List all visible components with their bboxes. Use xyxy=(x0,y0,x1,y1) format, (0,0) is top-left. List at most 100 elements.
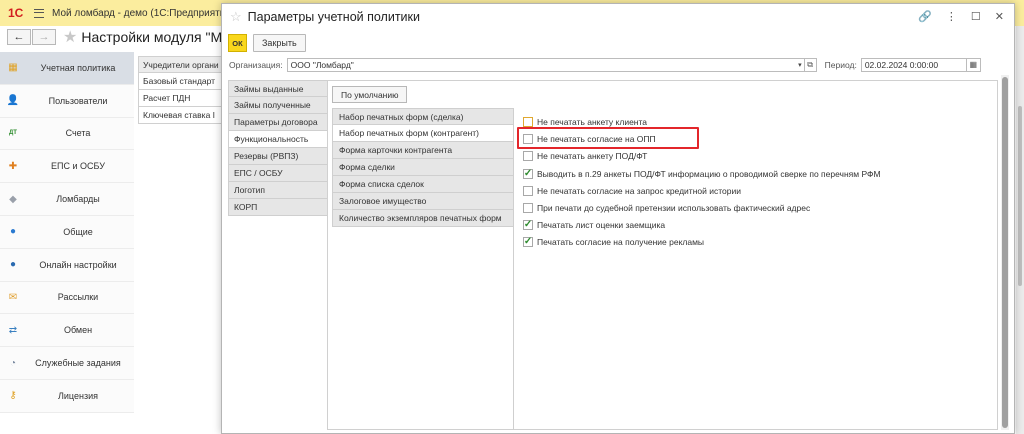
tab-sub[interactable]: Форма карточки контрагента xyxy=(332,142,514,159)
organization-row: Организация: ООО "Ломбард" ▾ ⧉ Период: 0… xyxy=(229,57,1003,72)
sidebar: ▦ Учетная политика 👤 Пользователи ДТ Счета ✚ ЕП… xyxy=(0,52,134,416)
sidebar-item[interactable]: ● Онлайн настройки xyxy=(0,248,134,282)
option-label[interactable]: Выводить в п.29 анкеты ПОД/ФТ информацию… xyxy=(537,169,881,179)
favorite-star-icon[interactable]: ☆ xyxy=(230,9,242,25)
sidebar-item[interactable]: ✉ Рассылки xyxy=(0,281,134,315)
settings-list-item[interactable]: Расчет ПДН xyxy=(138,90,222,107)
page-scrollbar-thumb[interactable] xyxy=(1018,106,1022,286)
option-checkbox[interactable] xyxy=(523,117,533,127)
tab-sub[interactable]: Залоговое имущество xyxy=(332,193,514,210)
option-row: ✓ Печатать согласие на получение рекламы xyxy=(523,236,704,248)
exchange-icon: ⇄ xyxy=(8,324,18,336)
eps-icon: ✚ xyxy=(8,160,18,172)
more-menu-icon[interactable]: ⋮ xyxy=(946,10,957,23)
tab-sub[interactable]: Форма списка сделок xyxy=(332,176,514,193)
period-label: Период: xyxy=(824,59,857,70)
sub-tabs: Набор печатных форм (сделка) Набор печатн… xyxy=(332,108,514,227)
sidebar-item[interactable]: ◆ Ломбарды xyxy=(0,183,134,216)
option-checkbox[interactable] xyxy=(523,151,533,161)
tab-main[interactable]: КОРП xyxy=(228,199,328,216)
tab-sub[interactable]: Количество экземпляров печатных форм xyxy=(332,210,514,227)
sidebar-item[interactable]: ▦ Учетная политика xyxy=(0,52,134,85)
default-button[interactable]: По умолчанию xyxy=(332,86,408,103)
period-value: 02.02.2024 0:00:00 xyxy=(864,59,939,70)
sidebar-item[interactable]: ◔ Служебные задания xyxy=(0,347,134,380)
sidebar-item-label: Лицензия xyxy=(58,390,98,401)
user-icon: 👤 xyxy=(6,95,20,107)
favorite-star-icon[interactable]: ★ xyxy=(63,27,77,47)
tab-main[interactable]: Займы выданные xyxy=(228,80,328,97)
app-title: Мой ломбард - демо (1С:Предприятие xyxy=(52,7,231,19)
close-icon[interactable]: ✕ xyxy=(995,10,1004,23)
option-label[interactable]: Не печатать анкету ПОД/ФТ xyxy=(537,151,647,161)
link-icon[interactable]: 🔗 xyxy=(918,10,932,23)
tab-sub[interactable]: Форма сделки xyxy=(332,159,514,176)
tab-sub[interactable]: Набор печатных форм (контрагент) xyxy=(332,125,514,142)
sidebar-item-label: Учетная политика xyxy=(40,62,116,73)
option-row: Не печатать анкету ПОД/ФТ xyxy=(523,150,647,162)
diamond-icon: ◆ xyxy=(9,193,17,205)
options-panel: Не печатать анкету клиента Не печатать со… xyxy=(513,108,997,430)
page-scrollbar[interactable] xyxy=(1016,26,1024,434)
option-checkbox[interactable]: ✓ xyxy=(523,220,533,230)
option-label[interactable]: Печатать согласие на получение рекламы xyxy=(537,237,704,247)
tab-main[interactable]: Займы полученные xyxy=(228,97,328,114)
navigation-bar: ← → ★ Настройки модуля "Мо xyxy=(0,26,240,48)
organization-label: Организация: xyxy=(229,59,283,70)
globe-icon: ● xyxy=(9,259,17,271)
option-checkbox[interactable]: ✓ xyxy=(523,169,533,179)
ok-button[interactable]: ОК xyxy=(228,34,247,52)
page-title: Настройки модуля "Мо xyxy=(81,29,231,45)
sidebar-item-label: Обмен xyxy=(63,325,93,336)
accounts-icon: ДТ xyxy=(9,130,17,137)
settings-list-item[interactable]: Ключевая ставка I xyxy=(138,107,222,124)
sidebar-item-label: Счета xyxy=(65,128,91,139)
dialog-toolbar: ОК Закрыть xyxy=(228,34,306,52)
sidebar-item[interactable]: ДТ Счета xyxy=(0,117,134,151)
tab-main[interactable]: ЕПС / ОСБУ xyxy=(228,165,328,182)
sidebar-item[interactable]: ⇄ Обмен xyxy=(0,314,134,348)
mail-icon: ✉ xyxy=(8,291,18,303)
option-label[interactable]: Не печатать согласие на запрос кредитной… xyxy=(537,186,741,196)
settings-list: Учредители органи Базовый стандарт Расчет … xyxy=(138,56,222,124)
sidebar-item-label: ЕПС и ОСБУ xyxy=(51,161,105,172)
settings-list-item[interactable]: Учредители органи xyxy=(138,56,222,73)
dialog-header: ☆ Параметры учетной политики 🔗 ⋮ ☐ ✕ xyxy=(222,4,1014,30)
sidebar-item[interactable]: 👤 Пользователи xyxy=(0,84,134,118)
tab-main[interactable]: Резервы (РВПЗ) xyxy=(228,148,328,165)
option-label[interactable]: Не печатать анкету клиента xyxy=(537,117,647,127)
dialog-scrollbar[interactable] xyxy=(1001,75,1009,430)
menu-icon[interactable] xyxy=(34,8,44,18)
option-checkbox[interactable] xyxy=(523,203,533,213)
option-checkbox[interactable] xyxy=(523,186,533,196)
tab-main[interactable]: Функциональность xyxy=(228,131,328,148)
close-button[interactable]: Закрыть xyxy=(253,34,306,52)
forward-button[interactable]: → xyxy=(32,29,56,45)
tab-main[interactable]: Логотип xyxy=(228,182,328,199)
maximize-icon[interactable]: ☐ xyxy=(971,10,981,23)
tab-sub[interactable]: Набор печатных форм (сделка) xyxy=(332,108,514,125)
accounting-policy-dialog: ☆ Параметры учетной политики 🔗 ⋮ ☐ ✕ ОК … xyxy=(221,3,1015,434)
organization-field[interactable]: ООО "Ломбард" ▾ xyxy=(286,57,805,72)
open-link-icon[interactable]: ⧉ xyxy=(804,57,817,72)
sidebar-item-label: Онлайн настройки xyxy=(39,259,117,270)
tab-main[interactable]: Параметры договора xyxy=(228,114,328,131)
settings-list-item[interactable]: Базовый стандарт xyxy=(138,73,222,90)
sidebar-item-label: Ломбарды xyxy=(56,194,100,205)
window-controls: 🔗 ⋮ ☐ ✕ xyxy=(918,10,1004,23)
period-field[interactable]: 02.02.2024 0:00:00 xyxy=(860,57,967,72)
sidebar-item-label: Пользователи xyxy=(48,95,108,106)
calendar-icon[interactable]: ▦ xyxy=(966,57,981,72)
option-label[interactable]: Печатать лист оценки заемщика xyxy=(537,220,665,230)
dialog-scrollbar-thumb[interactable] xyxy=(1002,77,1008,428)
back-button[interactable]: ← xyxy=(7,29,31,45)
option-label[interactable]: При печати до судебной претензии использ… xyxy=(537,203,810,213)
sidebar-item-label: Рассылки xyxy=(57,292,99,303)
dropdown-arrow-icon[interactable]: ▾ xyxy=(798,61,802,69)
clock-icon: ◔ xyxy=(9,357,17,369)
sidebar-item[interactable]: ⚷ Лицензия xyxy=(0,379,134,413)
option-checkbox[interactable]: ✓ xyxy=(523,237,533,247)
option-row: ✓ Выводить в п.29 анкеты ПОД/ФТ информац… xyxy=(523,168,881,180)
sidebar-item[interactable]: ● Общие xyxy=(0,215,134,249)
sidebar-item[interactable]: ✚ ЕПС и ОСБУ xyxy=(0,150,134,184)
